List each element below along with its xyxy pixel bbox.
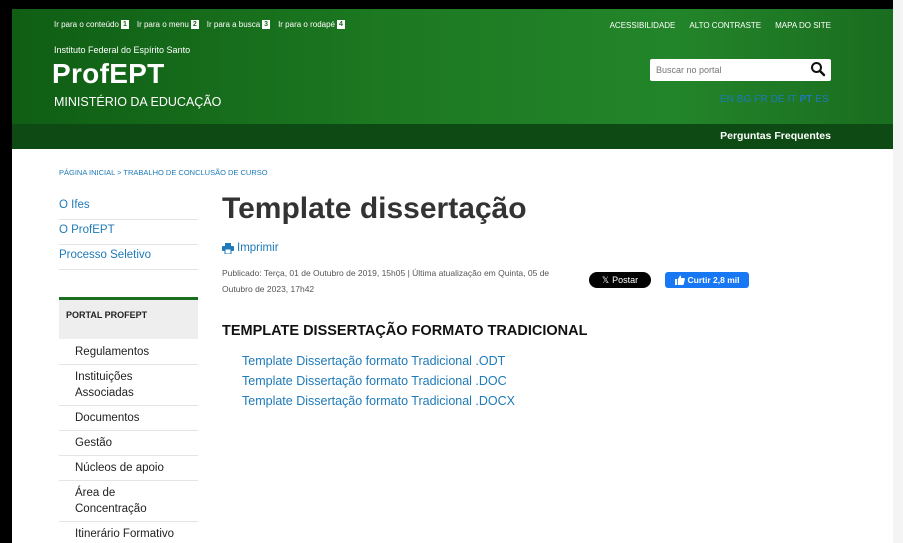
site-logo[interactable]: ProfEPT bbox=[52, 58, 165, 90]
ministry-name: MINISTÉRIO DA EDUCAÇÃO bbox=[54, 95, 222, 109]
menu-item-area[interactable]: Área de Concentração bbox=[59, 481, 198, 522]
portal-title: PORTAL PROFEPT bbox=[66, 310, 148, 320]
breadcrumb[interactable]: PÁGINA INICIAL > TRABALHO DE CONCLUSÃO D… bbox=[59, 168, 268, 177]
x-logo-icon: 𝕏 bbox=[601, 274, 610, 285]
x-post-label: Postar bbox=[612, 275, 639, 285]
sidebar-link-ifes[interactable]: O Ifes bbox=[59, 195, 198, 220]
skip-to-menu-link[interactable]: Ir para o menu 2 bbox=[137, 20, 199, 29]
document-links: Template Dissertação formato Tradicional… bbox=[242, 351, 515, 411]
menu-item-itinerario[interactable]: Itinerário Formativo bbox=[59, 522, 198, 543]
skip-to-content-link[interactable]: Ir para o conteúdo 1 bbox=[54, 20, 129, 29]
window-frame-right bbox=[893, 0, 903, 543]
site-map-link[interactable]: MAPA DO SITE bbox=[775, 21, 831, 30]
lang-it[interactable]: IT bbox=[788, 94, 797, 105]
lang-bg[interactable]: BG bbox=[737, 94, 751, 105]
x-post-button[interactable]: 𝕏 Postar bbox=[589, 272, 651, 288]
language-selector: EN BG FR DE IT PT ES bbox=[720, 94, 829, 105]
doc-link-docx[interactable]: Template Dissertação formato Tradicional… bbox=[242, 391, 515, 411]
lang-fr[interactable]: FR bbox=[754, 94, 767, 105]
search-box bbox=[650, 59, 831, 81]
search-input[interactable] bbox=[650, 59, 800, 81]
portal-menu: Regulamentos Instituições Associadas Doc… bbox=[59, 340, 198, 543]
printer-icon bbox=[222, 242, 234, 254]
print-label: Imprimir bbox=[237, 242, 279, 254]
publish-info: Publicado: Terça, 01 de Outubro de 2019,… bbox=[222, 268, 550, 294]
accessibility-shortcuts: Ir para o conteúdo 1 Ir para o menu 2 Ir p… bbox=[54, 20, 345, 29]
thumbs-up-icon bbox=[674, 275, 685, 285]
facebook-like-button[interactable]: Curtir 2,8 mil bbox=[665, 272, 749, 288]
accessibility-link[interactable]: ACESSIBILIDADE bbox=[610, 21, 676, 30]
skip-to-search-link[interactable]: Ir para a busca 3 bbox=[207, 20, 271, 29]
window-frame-top bbox=[0, 0, 903, 9]
lang-en[interactable]: EN bbox=[720, 94, 734, 105]
menu-item-nucleos[interactable]: Núcleos de apoio bbox=[59, 456, 198, 481]
section-title: TEMPLATE DISSERTAÇÃO FORMATO TRADICIONAL bbox=[222, 323, 588, 339]
navbar: Perguntas Frequentes bbox=[12, 124, 893, 149]
print-link[interactable]: Imprimir bbox=[222, 242, 279, 254]
faq-link[interactable]: Perguntas Frequentes bbox=[720, 130, 831, 142]
high-contrast-link[interactable]: ALTO CONTRASTE bbox=[689, 21, 761, 30]
menu-item-documentos[interactable]: Documentos bbox=[59, 406, 198, 431]
lang-pt[interactable]: PT bbox=[800, 94, 813, 105]
skip-to-footer-link[interactable]: Ir para o rodapé 4 bbox=[278, 20, 345, 29]
menu-item-regulamentos[interactable]: Regulamentos bbox=[59, 340, 198, 365]
window-frame-left bbox=[0, 0, 12, 543]
doc-link-doc[interactable]: Template Dissertação formato Tradicional… bbox=[242, 371, 515, 391]
sidebar-link-processo-seletivo[interactable]: Processo Seletivo bbox=[59, 245, 198, 270]
page-title: Template dissertação bbox=[222, 192, 527, 225]
sidebar-links: O Ifes O ProfEPT Processo Seletivo bbox=[59, 195, 198, 270]
portal-section-header: PORTAL PROFEPT bbox=[59, 297, 198, 339]
menu-item-instituicoes[interactable]: Instituições Associadas bbox=[59, 365, 198, 406]
lang-de[interactable]: DE bbox=[771, 94, 785, 105]
site-header: Ir para o conteúdo 1 Ir para o menu 2 Ir p… bbox=[12, 9, 893, 124]
facebook-like-label: Curtir 2,8 mil bbox=[687, 275, 740, 285]
sidebar-link-profept[interactable]: O ProfEPT bbox=[59, 220, 198, 245]
institution-name: Instituto Federal do Espírito Santo bbox=[54, 45, 191, 55]
lang-es[interactable]: ES bbox=[815, 94, 828, 105]
menu-item-gestao[interactable]: Gestão bbox=[59, 431, 198, 456]
search-icon[interactable] bbox=[810, 61, 826, 77]
top-links: ACESSIBILIDADE ALTO CONTRASTE MAPA DO SI… bbox=[610, 21, 831, 30]
doc-link-odt[interactable]: Template Dissertação formato Tradicional… bbox=[242, 351, 515, 371]
